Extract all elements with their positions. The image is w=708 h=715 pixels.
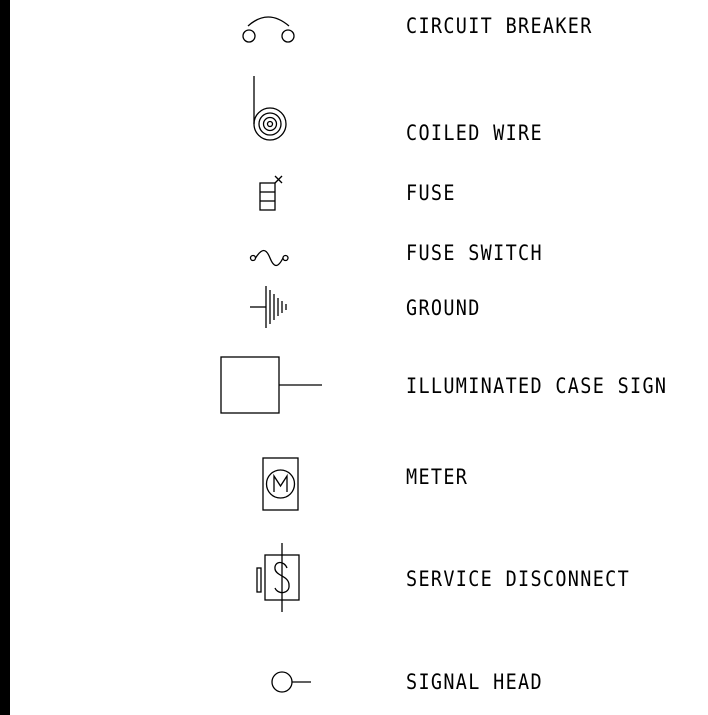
label-meter: METER	[406, 465, 469, 489]
symbol-legend	[220, 16, 322, 693]
label-signal-head: SIGNAL HEAD	[406, 670, 543, 694]
fuse-icon	[259, 175, 283, 211]
signal-head-icon	[271, 671, 311, 693]
coiled-wire-icon	[253, 76, 287, 141]
fuse-switch-icon	[249, 249, 289, 267]
illuminated-case-sign-icon	[220, 356, 322, 414]
service-disconnect-icon	[256, 543, 300, 612]
circuit-breaker-icon	[242, 16, 295, 43]
label-illuminated-case-sign: ILLUMINATED CASE SIGN	[406, 374, 668, 398]
label-ground: GROUND	[406, 296, 481, 320]
label-service-disconnect: SERVICE DISCONNECT	[406, 567, 631, 591]
meter-icon	[262, 457, 299, 511]
label-coiled-wire: COILED WIRE	[406, 121, 543, 145]
label-circuit-breaker: CIRCUIT BREAKER	[406, 14, 593, 38]
label-fuse-switch: FUSE SWITCH	[406, 241, 543, 265]
label-fuse: FUSE	[406, 181, 456, 205]
ground-icon	[250, 286, 287, 328]
